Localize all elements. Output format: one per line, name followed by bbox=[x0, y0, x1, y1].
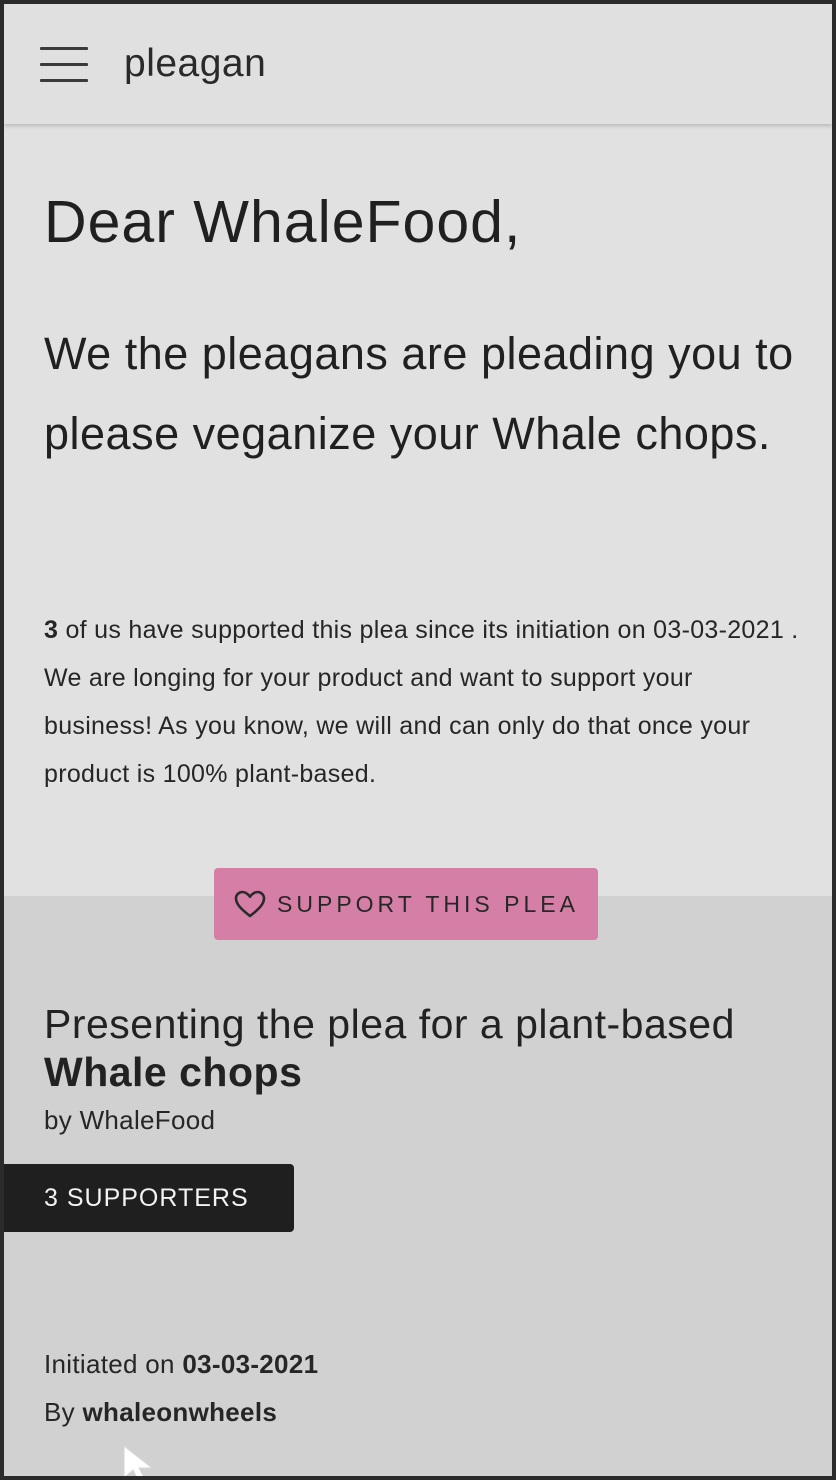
initiated-label: Initiated on bbox=[44, 1349, 175, 1379]
company-byline: by WhaleFood bbox=[44, 1105, 216, 1135]
support-count: 3 bbox=[44, 616, 59, 644]
brand-title[interactable]: pleagan bbox=[124, 40, 266, 88]
support-plea-button[interactable]: SUPPORT THIS PLEA bbox=[214, 868, 598, 940]
plea-message-section: Dear WhaleFood, We the pleagans are plea… bbox=[4, 124, 832, 896]
mouse-pointer-icon bbox=[123, 1444, 154, 1476]
product-name: Whale chops bbox=[44, 1049, 303, 1095]
plea-request: We the pleagans are pleading you to plea… bbox=[44, 328, 794, 459]
support-plea-label: SUPPORT THIS PLEA bbox=[277, 890, 579, 917]
hamburger-menu-icon[interactable] bbox=[40, 47, 88, 83]
plea-details-title: Presenting the plea for a plant-based Wh… bbox=[44, 1000, 804, 1096]
author-line: By whaleonwheels bbox=[44, 1394, 277, 1430]
initiated-date-line: Initiated on 03-03-2021 bbox=[44, 1346, 318, 1382]
supporters-count-badge[interactable]: 3 SUPPORTERS bbox=[4, 1164, 294, 1232]
support-summary: 3 of us have supported this plea since i… bbox=[44, 606, 804, 798]
plea-salutation: Dear WhaleFood, bbox=[44, 189, 522, 255]
support-summary-lead: of us have supported this plea since its… bbox=[65, 616, 646, 644]
initiated-date: 03-03-2021 bbox=[182, 1349, 319, 1379]
author-label: By bbox=[44, 1397, 75, 1427]
author-name[interactable]: whaleonwheels bbox=[82, 1397, 277, 1427]
mobile-page: pleagan Dear WhaleFood, We the pleagans … bbox=[4, 4, 832, 1476]
initiation-date: 03-03-2021 bbox=[653, 616, 785, 644]
heart-outline-icon bbox=[234, 890, 266, 918]
plea-title-prefix: Presenting the plea for a plant-based bbox=[44, 1001, 735, 1047]
top-app-bar: pleagan bbox=[4, 4, 832, 124]
